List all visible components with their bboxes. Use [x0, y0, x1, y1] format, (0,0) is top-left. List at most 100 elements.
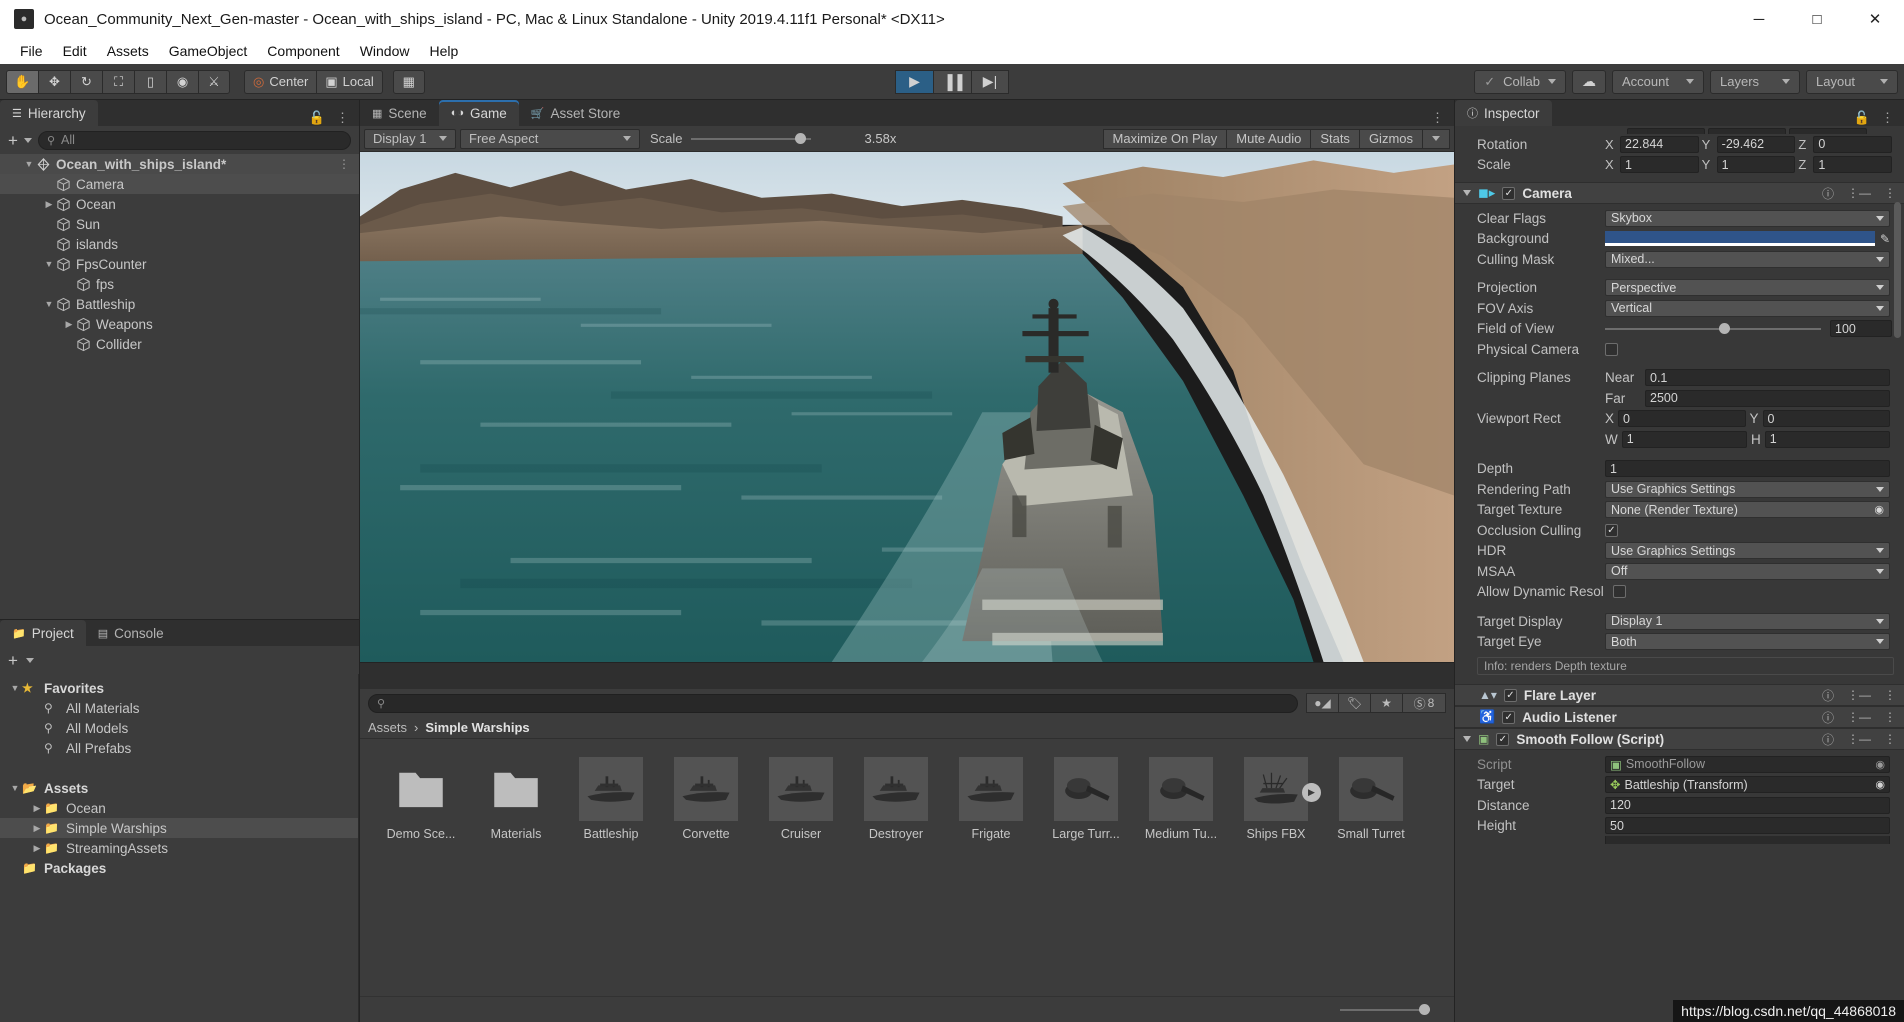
- hierarchy-item-battleship[interactable]: ▼ Battleship: [0, 294, 359, 314]
- target-eye-dropdown[interactable]: Both: [1605, 633, 1890, 651]
- step-button[interactable]: ▶|: [971, 69, 1009, 94]
- lock-icon[interactable]: 🔓: [309, 110, 325, 126]
- flare-layer-component-header[interactable]: ▲▾ ✓ Flare Layer ⓘ ⋮— ⋮: [1455, 684, 1904, 706]
- project-tree-item-packages[interactable]: 📁 Packages: [0, 858, 358, 878]
- gizmos-toggle[interactable]: Gizmos: [1358, 128, 1422, 149]
- collapse-triangle-icon[interactable]: [1463, 190, 1471, 196]
- tab-project[interactable]: 📁 Project: [0, 620, 86, 646]
- clear-flags-dropdown[interactable]: Skybox: [1605, 209, 1890, 227]
- expand-arrow-right-icon[interactable]: ▶: [42, 199, 56, 210]
- tab-scene[interactable]: ▦ Scene: [360, 100, 439, 126]
- culling-mask-dropdown[interactable]: Mixed...: [1605, 250, 1890, 268]
- smooth-follow-component-header[interactable]: ▣ ✓ Smooth Follow (Script) ⓘ ⋮— ⋮: [1455, 728, 1904, 750]
- asset-item-largeturr[interactable]: Large Turr...: [1047, 757, 1125, 841]
- expand-arrow-down-icon[interactable]: ▼: [22, 159, 36, 169]
- pivot-rotation-button[interactable]: ▣ Local: [316, 69, 383, 94]
- maximize-button[interactable]: □: [1788, 0, 1846, 38]
- camera-enabled-checkbox[interactable]: ✓: [1502, 186, 1516, 200]
- rotate-tool-icon[interactable]: ↻: [70, 69, 102, 94]
- chevron-down-icon[interactable]: [23, 137, 32, 143]
- layers-button[interactable]: Layers: [1710, 69, 1800, 94]
- msaa-dropdown[interactable]: Off: [1605, 562, 1890, 580]
- hierarchy-item-weapons[interactable]: ▶ Weapons: [0, 314, 359, 334]
- filter-by-type-icon[interactable]: ●◢: [1306, 693, 1338, 713]
- depth-field[interactable]: 1: [1605, 460, 1890, 478]
- height-field[interactable]: 50: [1605, 817, 1890, 835]
- preset-icon[interactable]: ⋮—: [1847, 688, 1871, 702]
- inspector-scrollbar[interactable]: [1892, 128, 1902, 1020]
- scale-y-field[interactable]: 1: [1716, 156, 1796, 174]
- menu-assets[interactable]: Assets: [97, 41, 159, 61]
- camera-component-header[interactable]: ◼▸ ✓ Camera ⓘ ⋮— ⋮: [1455, 182, 1904, 204]
- hidden-packages-count[interactable]: Ⓢ 8: [1402, 693, 1446, 713]
- help-icon[interactable]: ⓘ: [1822, 709, 1834, 726]
- expand-arrow-right-icon[interactable]: ▶: [30, 803, 44, 814]
- create-asset-button[interactable]: +: [8, 652, 18, 669]
- hierarchy-item-menu-icon[interactable]: ⋮: [338, 157, 351, 171]
- fov-value-field[interactable]: 100: [1830, 320, 1892, 338]
- breadcrumb-assets[interactable]: Assets: [368, 720, 407, 735]
- fov-slider[interactable]: [1605, 323, 1821, 335]
- object-picker-icon[interactable]: ◉: [1874, 503, 1884, 516]
- pivot-mode-button[interactable]: ◎ Center: [244, 69, 317, 94]
- create-object-button[interactable]: +: [8, 132, 18, 149]
- menu-component[interactable]: Component: [257, 41, 349, 61]
- mute-audio-toggle[interactable]: Mute Audio: [1226, 128, 1311, 149]
- expand-arrow-down-icon[interactable]: ▼: [8, 683, 22, 693]
- scale-z-field[interactable]: 1: [1813, 156, 1893, 174]
- tab-inspector[interactable]: ⓘ Inspector: [1455, 100, 1552, 126]
- expand-arrow-right-icon[interactable]: ▶: [62, 319, 76, 330]
- pause-button[interactable]: ▐▐: [933, 69, 971, 94]
- stats-toggle[interactable]: Stats: [1310, 128, 1359, 149]
- hierarchy-item-camera[interactable]: Camera: [0, 174, 359, 194]
- rendering-path-dropdown[interactable]: Use Graphics Settings: [1605, 480, 1890, 498]
- panel-menu-icon[interactable]: ⋮: [1881, 110, 1894, 126]
- projection-dropdown[interactable]: Perspective: [1605, 279, 1890, 297]
- expand-arrow-down-icon[interactable]: ▼: [42, 259, 56, 269]
- help-icon[interactable]: ⓘ: [1822, 185, 1834, 202]
- allow-dynamic-resolution-checkbox[interactable]: [1613, 585, 1626, 599]
- asset-zoom-slider[interactable]: [1340, 1004, 1430, 1015]
- expand-arrow-down-icon[interactable]: ▼: [42, 299, 56, 309]
- chevron-down-icon[interactable]: [25, 657, 34, 663]
- hierarchy-search-input[interactable]: ⚲ All: [37, 130, 351, 150]
- audio-listener-component-header[interactable]: ♿ ✓ Audio Listener ⓘ ⋮— ⋮: [1455, 706, 1904, 728]
- project-tree-item-favorites[interactable]: ▼ ★ Favorites: [0, 678, 358, 698]
- account-button[interactable]: Account: [1612, 69, 1704, 94]
- project-tree-item-streamingassets[interactable]: ▶ 📁 StreamingAssets: [0, 838, 358, 858]
- object-picker-icon[interactable]: ◉: [1875, 758, 1885, 771]
- maximize-on-play-toggle[interactable]: Maximize On Play: [1102, 128, 1227, 149]
- help-icon[interactable]: ⓘ: [1822, 687, 1834, 704]
- display-dropdown[interactable]: Display 1: [364, 128, 456, 149]
- object-picker-icon[interactable]: ◉: [1875, 778, 1885, 791]
- menu-help[interactable]: Help: [419, 41, 468, 61]
- scale-x-field[interactable]: 1: [1620, 156, 1699, 174]
- transform-tool-icon[interactable]: ◉: [166, 69, 198, 94]
- hierarchy-item-sun[interactable]: Sun: [0, 214, 359, 234]
- scale-slider[interactable]: [690, 133, 811, 144]
- rect-tool-icon[interactable]: ▯: [134, 69, 166, 94]
- menu-edit[interactable]: Edit: [53, 41, 97, 61]
- asset-item-mediumtu[interactable]: Medium Tu...: [1142, 757, 1220, 841]
- aspect-dropdown[interactable]: Free Aspect: [460, 128, 640, 149]
- hierarchy-item-oceanwithshipsisland[interactable]: ▼ Ocean_with_ships_island* ⋮: [0, 154, 359, 174]
- eyedropper-icon[interactable]: ✎: [1880, 232, 1890, 246]
- scale-slider-knob[interactable]: [794, 133, 806, 144]
- rotation-z-field[interactable]: 0: [1813, 135, 1893, 153]
- tab-asset-store[interactable]: 🛒 Asset Store: [518, 100, 633, 126]
- expand-model-badge-icon[interactable]: ▶: [1302, 783, 1321, 802]
- expand-arrow-right-icon[interactable]: ▶: [30, 843, 44, 854]
- asset-item-destroyer[interactable]: Destroyer: [857, 757, 935, 841]
- preset-icon[interactable]: ⋮—: [1847, 732, 1871, 746]
- target-display-dropdown[interactable]: Display 1: [1605, 612, 1890, 630]
- viewport-x-field[interactable]: 0: [1618, 410, 1746, 428]
- close-button[interactable]: ✕: [1846, 0, 1904, 38]
- filter-by-label-icon[interactable]: 🏷: [1338, 693, 1370, 713]
- project-tree-item-simple-warships[interactable]: ▶ 📁 Simple Warships: [0, 818, 358, 838]
- rotation-y-field[interactable]: -29.462: [1716, 135, 1796, 153]
- viewport-y-field[interactable]: 0: [1762, 410, 1890, 428]
- panel-menu-icon[interactable]: ⋮: [1431, 110, 1444, 126]
- physical-camera-checkbox[interactable]: [1605, 342, 1618, 356]
- grid-snap-icon[interactable]: ▦: [392, 69, 425, 94]
- scale-tool-icon[interactable]: ⛶: [102, 69, 134, 94]
